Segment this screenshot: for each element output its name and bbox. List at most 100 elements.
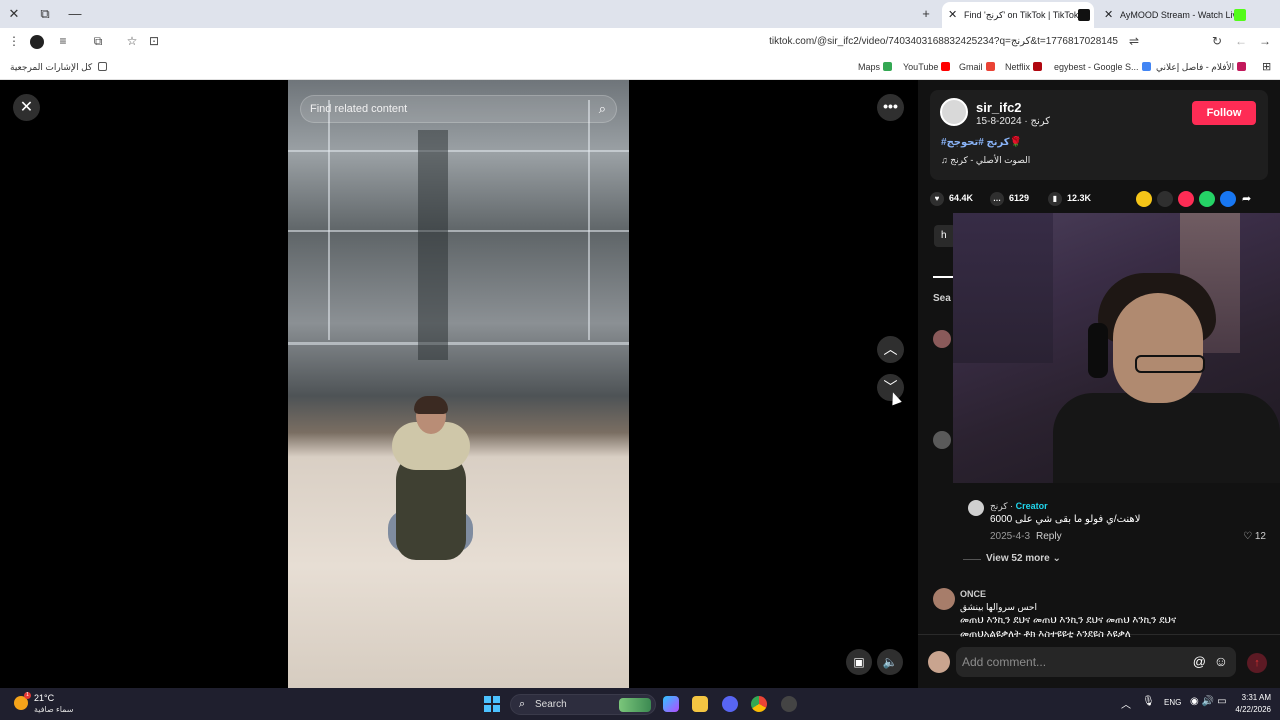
- emoji-share-icon[interactable]: [1136, 191, 1152, 207]
- creator-reply-comment: كرنج · Creator لاهنت/ي فولو ما بقى شي عل…: [968, 500, 1268, 580]
- divider: [963, 559, 981, 560]
- netflix-icon: [1033, 62, 1043, 71]
- tiktok-icon: [1078, 9, 1090, 21]
- comment-avatar[interactable]: [933, 431, 951, 449]
- comment-date: 2025-4-3: [990, 531, 1031, 542]
- bookmark-egybest[interactable]: egybest - Google S...: [1054, 62, 1151, 72]
- chrome-icon[interactable]: [751, 696, 767, 712]
- comment-author[interactable]: ONCE: [960, 589, 986, 599]
- microphone-icon[interactable]: 🎙: [1142, 696, 1155, 707]
- comment-placeholder: Add comment...: [962, 655, 1047, 669]
- close-icon[interactable]: ✕: [13, 94, 40, 121]
- like-button[interactable]: ♥ 64.4K: [930, 192, 973, 206]
- embed-icon[interactable]: [1157, 191, 1173, 207]
- comment-avatar[interactable]: [968, 500, 984, 516]
- author-avatar[interactable]: [940, 98, 968, 126]
- previous-video-chevron-up-icon[interactable]: ︿: [877, 336, 904, 363]
- streamer-figure: [1053, 393, 1280, 483]
- url-text[interactable]: tiktok.com/@sir_ifc2/video/7403403168832…: [769, 36, 1118, 47]
- bookmark-maps[interactable]: Maps: [858, 62, 893, 72]
- author-subline: كرنج · 2024-8-15: [976, 116, 1051, 127]
- window-restore-button[interactable]: ⧉: [35, 4, 55, 24]
- facebook-icon[interactable]: [1220, 191, 1236, 207]
- streamer-figure: [1135, 355, 1205, 373]
- weather-condition: سماء صافية: [34, 705, 74, 714]
- all-bookmarks[interactable]: كل الإشارات المرجعية: [10, 62, 107, 73]
- language-indicator[interactable]: ENG: [1164, 698, 1181, 707]
- author-username[interactable]: sir_ifc2: [976, 100, 1022, 115]
- post-hashtags[interactable]: #كرنج #تحوجج🌹: [941, 137, 1022, 148]
- person-figure: [414, 396, 448, 414]
- window-close-button[interactable]: ✕: [4, 4, 24, 24]
- tab-close-icon[interactable]: ✕: [1104, 2, 1113, 28]
- search-icon[interactable]: ⌕: [599, 101, 606, 117]
- new-tab-button[interactable]: +: [916, 4, 936, 24]
- bookmark-netflix[interactable]: Netflix: [1005, 62, 1043, 72]
- post-sound[interactable]: ♫ الصوت الأصلي - كرنج: [941, 155, 1030, 166]
- tune-icon[interactable]: ⇌: [1126, 34, 1142, 48]
- webcam-background: [953, 213, 1053, 363]
- media-controls-icon[interactable]: ≡: [55, 34, 71, 48]
- picture-in-picture-icon[interactable]: ▣: [846, 649, 872, 675]
- related-search-input[interactable]: Find related content ⌕: [300, 95, 617, 123]
- comment-button[interactable]: … 6129: [990, 192, 1029, 206]
- reload-icon[interactable]: ↻: [1209, 34, 1225, 48]
- heart-icon: [1237, 62, 1247, 71]
- copilot-icon[interactable]: [663, 696, 679, 712]
- network-volume-battery-icons[interactable]: ◉🔊▭: [1190, 696, 1230, 707]
- start-button[interactable]: [484, 696, 500, 712]
- file-explorer-icon[interactable]: [692, 696, 708, 712]
- notification-badge: 1: [24, 692, 31, 699]
- bookmark-youtube[interactable]: YouTube: [903, 62, 951, 72]
- kick-icon: [1234, 9, 1246, 21]
- obs-icon[interactable]: [781, 696, 797, 712]
- bookmark-gmail[interactable]: Gmail: [959, 62, 995, 72]
- video-player[interactable]: Find related content ⌕: [288, 80, 629, 688]
- taskbar-search-label: Search: [535, 699, 567, 710]
- profile-avatar[interactable]: [30, 35, 44, 49]
- emoji-icon[interactable]: ☺: [1214, 653, 1228, 669]
- comments-tab-underline: [933, 276, 955, 278]
- weather-temp: 21°C: [34, 693, 55, 703]
- post-comment-button[interactable]: ↑: [1247, 653, 1267, 673]
- send-icon[interactable]: [1178, 191, 1194, 207]
- tab-kick-stream[interactable]: ✕ AyMOOD Stream - Watch Live: [1098, 2, 1250, 28]
- more-options-icon[interactable]: •••: [877, 94, 904, 121]
- browser-toolbar: ⋮ ≡ ⧉ ☆ ⊡ tiktok.com/@sir_ifc2/video/740…: [0, 28, 1280, 56]
- whatsapp-icon[interactable]: [1199, 191, 1215, 207]
- volume-icon[interactable]: 🔈: [877, 649, 903, 675]
- streamer-figure: [1113, 293, 1203, 403]
- follow-button[interactable]: Follow: [1192, 101, 1256, 125]
- forward-icon[interactable]: ←: [1233, 34, 1249, 48]
- tab-tiktok[interactable]: ✕ Find 'كرنج' on TikTok | TikTok: [942, 2, 1094, 28]
- tray-chevron-up-icon[interactable]: ︿: [1121, 696, 1131, 711]
- window-minimize-button[interactable]: —: [65, 4, 85, 24]
- comment-text: احس سروالها بينشق: [960, 602, 1037, 612]
- menu-kebab-icon[interactable]: ⋮: [6, 34, 22, 48]
- search-placeholder: Find related content: [310, 103, 408, 115]
- discord-icon[interactable]: [722, 696, 738, 712]
- view-more-replies-button[interactable]: View 52 more ⌄: [986, 553, 1061, 564]
- apps-grid-icon[interactable]: ⊞: [1262, 60, 1271, 73]
- bookmarks-bar: كل الإشارات المرجعية Maps YouTube Gmail …: [0, 56, 1280, 80]
- comment-avatar[interactable]: [933, 330, 951, 348]
- reply-button[interactable]: Reply: [1036, 531, 1062, 542]
- extensions-icon[interactable]: ⧉: [90, 34, 106, 49]
- save-button[interactable]: ▮ 12.3K: [1048, 192, 1091, 206]
- clock-date[interactable]: 4/22/2026: [1227, 705, 1271, 714]
- clock-time[interactable]: 3:31 AM: [1237, 693, 1271, 702]
- share-arrow-icon[interactable]: ➦: [1242, 191, 1258, 207]
- mall-railing: [288, 342, 629, 345]
- comment-like-button[interactable]: ♡ 12: [1243, 531, 1266, 542]
- comment-avatar[interactable]: [933, 588, 955, 610]
- bookmark-films[interactable]: الأفلام - فاصل إعلاني: [1156, 62, 1247, 73]
- taskbar-search[interactable]: ⌕ Search: [510, 694, 656, 715]
- bookmark-icon: ▮: [1048, 192, 1062, 206]
- tab-close-icon[interactable]: ✕: [948, 2, 957, 28]
- address-bar[interactable]: tiktok.com/@sir_ifc2/video/7403403168832…: [120, 31, 1200, 53]
- comment-composer: Add comment... @ ☺ ↑: [918, 634, 1280, 688]
- comment-input[interactable]: Add comment... @ ☺: [956, 647, 1236, 677]
- mention-icon[interactable]: @: [1193, 654, 1206, 669]
- back-icon[interactable]: →: [1257, 34, 1273, 48]
- comment-author[interactable]: كرنج · Creator: [990, 501, 1048, 512]
